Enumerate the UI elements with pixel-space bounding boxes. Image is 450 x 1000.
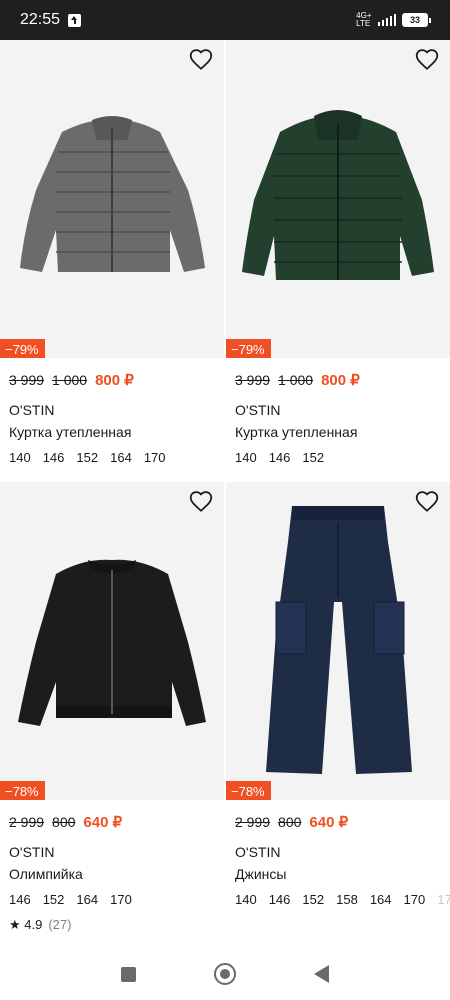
size-list: 140 146 152 164 170 (9, 450, 224, 465)
old-price: 2 999 (235, 814, 271, 830)
size-option: 140 (235, 892, 257, 907)
favorite-heart-icon[interactable] (188, 488, 214, 514)
product-name: Олимпийка (9, 866, 83, 882)
old-price: 3 999 (235, 372, 271, 388)
size-list: 140 146 152 158 164 170 176 (235, 892, 450, 907)
rating-count: (27) (48, 917, 72, 932)
current-price: 640 ₽ (309, 814, 349, 831)
favorite-heart-icon[interactable] (414, 488, 440, 514)
size-option: 152 (76, 450, 99, 465)
size-option: 146 (268, 892, 291, 907)
favorite-heart-icon[interactable] (188, 46, 214, 72)
previous-price: 800 (52, 814, 76, 830)
current-price: 800 ₽ (95, 372, 134, 389)
discount-badge: −78% (0, 781, 45, 800)
grey-puffer-jacket-image (20, 116, 205, 272)
product-card[interactable]: −79% 3 999 1 000 800 ₽ O'STIN Куртка уте… (0, 40, 224, 465)
product-brand: O'STIN (9, 402, 55, 418)
product-image[interactable]: −78% (0, 482, 224, 800)
size-option: 164 (110, 450, 132, 465)
size-option: 170 (403, 892, 426, 907)
old-price: 2 999 (9, 814, 45, 830)
discount-badge: −78% (226, 781, 271, 800)
recent-apps-button[interactable] (121, 966, 136, 982)
size-option: 140 (9, 450, 31, 465)
size-option: 170 (110, 892, 132, 907)
current-price: 800 ₽ (321, 372, 360, 389)
signal-icon (377, 14, 396, 26)
previous-price: 1 000 (52, 372, 88, 388)
current-price: 640 ₽ (83, 814, 123, 831)
battery-level: 33 (409, 15, 420, 25)
size-list: 140 146 152 (235, 450, 450, 465)
product-name: Куртка утепленная (9, 424, 132, 440)
rating-value: ★ 4.9 (9, 917, 43, 932)
previous-price: 800 (278, 814, 302, 830)
product-image[interactable]: −79% (226, 40, 450, 358)
green-puffer-jacket-image (242, 110, 434, 280)
discount-badge: −79% (226, 339, 271, 358)
product-brand: O'STIN (9, 844, 55, 860)
product-name: Джинсы (235, 866, 287, 882)
product-brand: O'STIN (235, 844, 281, 860)
product-image[interactable]: −78% (226, 482, 450, 800)
cargo-jeans-image (266, 506, 412, 774)
size-option: 170 (143, 450, 166, 465)
network-sub-label: LTE (356, 19, 371, 28)
size-option: 152 (302, 450, 325, 465)
status-time: 22:55 (20, 11, 61, 28)
size-option: 140 (235, 450, 257, 465)
price-row: 2 999 800 640 ₽ (235, 813, 450, 833)
home-button[interactable] (214, 963, 236, 985)
product-image[interactable]: −79% (0, 40, 224, 358)
price-row: 2 999 800 640 ₽ (9, 813, 224, 833)
back-button[interactable] (314, 965, 329, 983)
size-option: 146 (9, 892, 31, 907)
product-card[interactable]: −79% 3 999 1 000 800 ₽ O'STIN Куртка уте… (226, 40, 450, 465)
black-bomber-jacket-image (18, 559, 206, 726)
size-option: 164 (369, 892, 392, 907)
product-name: Куртка утепленная (235, 424, 358, 440)
system-navigation-bar (0, 948, 450, 1000)
upload-notification-icon (68, 13, 82, 27)
product-brand: O'STIN (235, 402, 281, 418)
battery-icon: 33 (402, 13, 431, 27)
size-option: 176 (437, 892, 450, 907)
network-type-icon: 4G+ LTE (356, 12, 371, 28)
product-card[interactable]: −78% 2 999 800 640 ₽ O'STIN Джинсы 140 1… (226, 482, 450, 907)
status-bar: 22:55 4G+ LTE 33 (0, 0, 450, 40)
product-rating: ★ 4.9 (27) (9, 917, 224, 933)
previous-price: 1 000 (278, 372, 314, 388)
discount-badge: −79% (0, 339, 45, 358)
size-option: 146 (42, 450, 65, 465)
size-list: 146 152 164 170 (9, 892, 224, 907)
price-row: 3 999 1 000 800 ₽ (9, 371, 224, 391)
price-row: 3 999 1 000 800 ₽ (235, 371, 450, 391)
size-option: 146 (268, 450, 291, 465)
size-option: 152 (42, 892, 65, 907)
old-price: 3 999 (9, 372, 45, 388)
product-card[interactable]: −78% 2 999 800 640 ₽ O'STIN Олимпийка 14… (0, 482, 224, 933)
size-option: 164 (76, 892, 99, 907)
size-option: 158 (336, 892, 358, 907)
size-option: 152 (302, 892, 325, 907)
favorite-heart-icon[interactable] (414, 46, 440, 72)
